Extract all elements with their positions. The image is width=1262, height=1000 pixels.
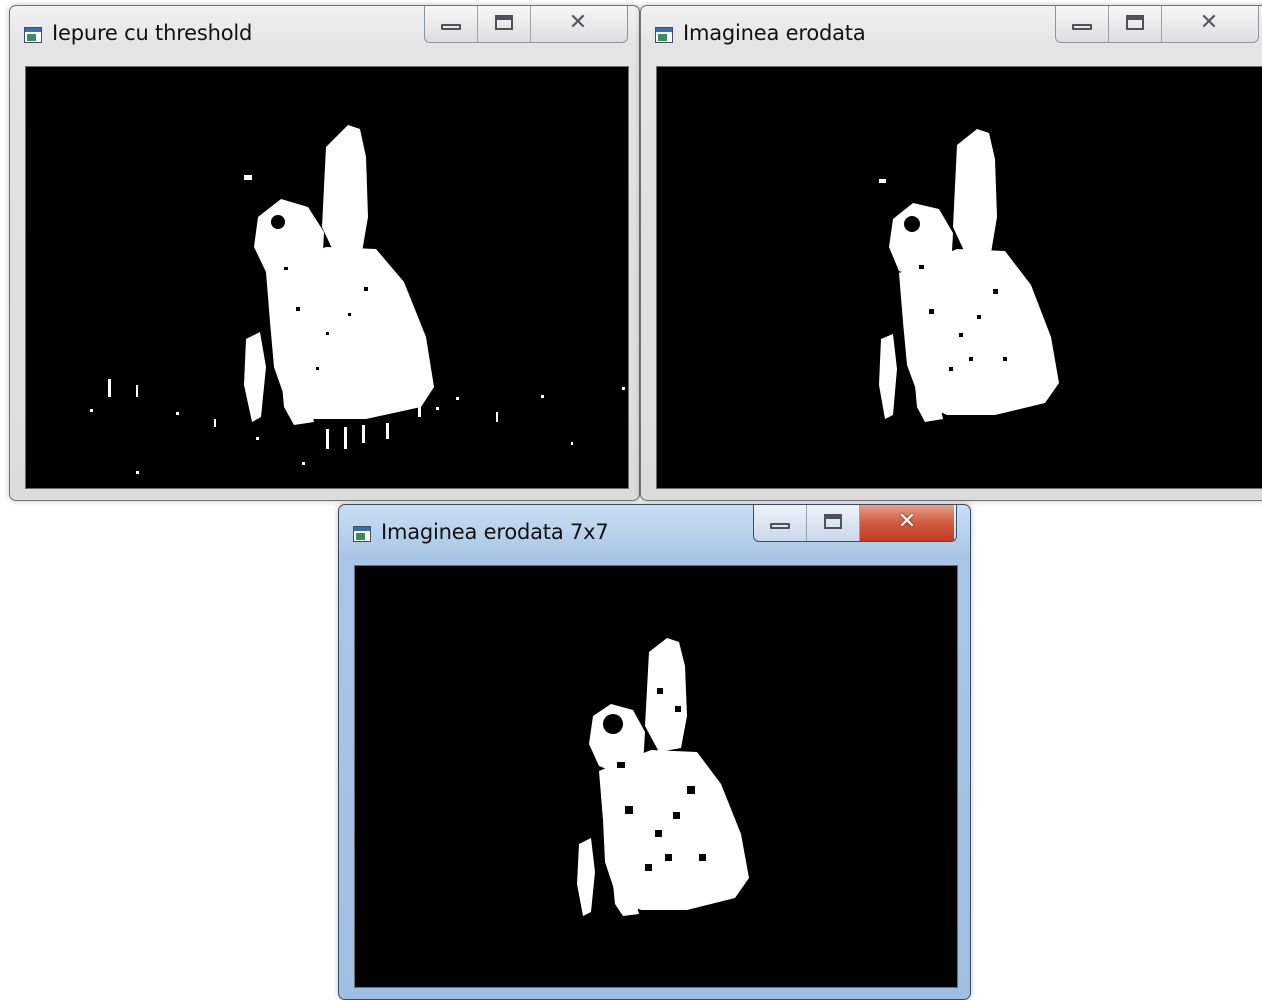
app-window-icon (353, 526, 371, 542)
close-icon: ✕ (568, 10, 588, 35)
close-button[interactable]: ✕ (531, 6, 625, 42)
window-controls: ✕ (753, 505, 957, 542)
window-eroded-7x7[interactable]: Imaginea erodata 7x7 ✕ (338, 504, 971, 1000)
window-title: Imaginea erodata 7x7 (381, 520, 609, 544)
rabbit-eroded-image (879, 129, 1059, 422)
window-threshold[interactable]: Iepure cu threshold ✕ (9, 5, 640, 501)
title-bar[interactable]: Imaginea erodata ✕ (641, 6, 1262, 60)
app-window-icon (655, 27, 673, 43)
minimize-icon (441, 24, 461, 30)
close-button[interactable]: ✕ (1162, 6, 1256, 42)
maximize-icon (1126, 15, 1144, 30)
minimize-button[interactable] (425, 6, 478, 42)
maximize-button[interactable] (1109, 6, 1162, 42)
close-button[interactable]: ✕ (860, 505, 954, 541)
close-icon: ✕ (897, 509, 917, 534)
minimize-icon (770, 523, 790, 529)
image-canvas (354, 565, 958, 988)
app-window-icon (24, 27, 42, 43)
minimize-button[interactable] (754, 505, 807, 541)
image-canvas (25, 66, 629, 489)
window-title: Imaginea erodata (683, 21, 866, 45)
rabbit-eroded-7x7-image (577, 638, 749, 916)
title-bar[interactable]: Iepure cu threshold ✕ (10, 6, 639, 60)
maximize-icon (495, 15, 513, 30)
minimize-button[interactable] (1056, 6, 1109, 42)
maximize-icon (824, 514, 842, 529)
title-bar[interactable]: Imaginea erodata 7x7 ✕ (339, 505, 970, 559)
minimize-icon (1072, 24, 1092, 30)
window-controls: ✕ (1055, 6, 1259, 43)
window-controls: ✕ (424, 6, 628, 43)
close-icon: ✕ (1199, 10, 1219, 35)
maximize-button[interactable] (807, 505, 860, 541)
image-canvas (656, 66, 1262, 489)
maximize-button[interactable] (478, 6, 531, 42)
window-title: Iepure cu threshold (52, 21, 253, 45)
rabbit-threshold-image (90, 125, 625, 474)
window-eroded[interactable]: Imaginea erodata ✕ (640, 5, 1262, 501)
